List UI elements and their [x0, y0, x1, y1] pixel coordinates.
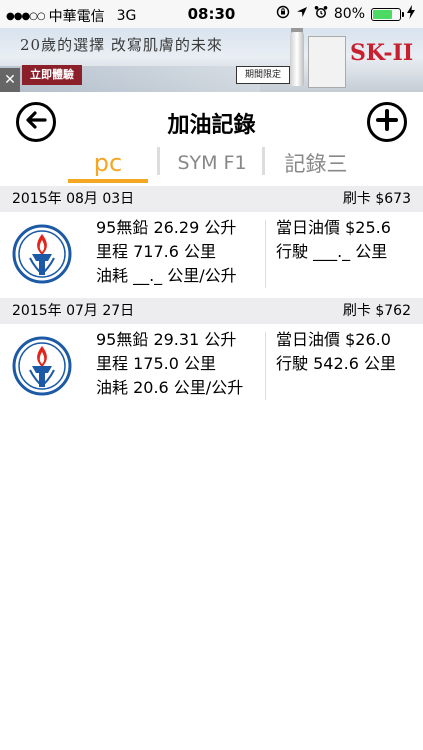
- battery-fill: [373, 9, 393, 19]
- cpc-logo-icon: [12, 224, 72, 284]
- ad-limited-badge: 期間限定: [236, 66, 290, 84]
- record-date: 2015年 08月 03日: [12, 191, 135, 207]
- tab-sym-f1[interactable]: SYM F1: [162, 143, 262, 183]
- tab-pc[interactable]: pc: [68, 143, 148, 183]
- ad-banner[interactable]: 20歲的選擇 改寫肌膚的未來 立即體驗 ✕ 期間限定 SK-II: [0, 28, 423, 92]
- distance-driven: 行駛 ___._ 公里: [276, 242, 388, 261]
- product-bottle: [290, 32, 304, 86]
- active-tab-indicator: [68, 179, 148, 183]
- record-header: 2015年 07月 27日 刷卡 $762: [0, 298, 423, 324]
- nav-bar: 加油記錄: [0, 92, 423, 150]
- record-details: 95無鉛 26.29 公升 里程 717.6 公里 油耗 __._ 公里/公升: [96, 216, 237, 288]
- record-date: 2015年 07月 27日: [12, 303, 135, 319]
- fuel-price: 當日油價 $25.6: [276, 218, 391, 237]
- fuel-amount: 95無鉛 29.31 公升: [96, 330, 237, 349]
- tab-record-three[interactable]: 記錄三: [266, 143, 366, 183]
- tab-label: pc: [93, 149, 123, 177]
- distance-driven: 行駛 542.6 公里: [276, 354, 396, 373]
- tab-label: 記錄三: [284, 152, 348, 176]
- column-divider: [265, 220, 266, 288]
- ad-close-icon[interactable]: ✕: [0, 68, 20, 92]
- odometer: 里程 717.6 公里: [96, 242, 216, 261]
- odometer: 里程 175.0 公里: [96, 354, 216, 373]
- record-extra: 當日油價 $25.6 行駛 ___._ 公里: [276, 216, 391, 264]
- ad-cta-button[interactable]: 立即體驗: [22, 65, 82, 85]
- charging-bolt-icon: [407, 5, 415, 23]
- fuel-amount: 95無鉛 26.29 公升: [96, 218, 237, 237]
- plus-icon: [376, 109, 398, 135]
- add-record-button[interactable]: [367, 102, 407, 142]
- location-arrow-icon: [296, 6, 308, 22]
- record-details: 95無鉛 29.31 公升 里程 175.0 公里 油耗 20.6 公里/公升: [96, 328, 243, 400]
- column-divider: [265, 332, 266, 400]
- record-header: 2015年 08月 03日 刷卡 $673: [0, 186, 423, 212]
- fuel-efficiency: 油耗 __._ 公里/公升: [96, 266, 237, 285]
- page-title: 加油記錄: [167, 113, 256, 138]
- fuel-price: 當日油價 $26.0: [276, 330, 391, 349]
- battery-percent: 80%: [333, 6, 365, 22]
- product-box: [308, 36, 346, 88]
- tab-label: SYM F1: [177, 152, 247, 174]
- tab-divider: [157, 147, 160, 175]
- record-payment: 刷卡 $673: [342, 191, 411, 207]
- vehicle-tabs: pc SYM F1 記錄三: [0, 143, 423, 183]
- refuel-record[interactable]: 2015年 07月 27日 刷卡 $762 95無鉛 29.31 公升 里程 1…: [0, 298, 423, 410]
- alarm-icon: [314, 5, 328, 23]
- rotation-lock-icon: [276, 5, 290, 23]
- battery-icon: [371, 7, 404, 21]
- cpc-logo-icon: [12, 336, 72, 396]
- fuel-efficiency: 油耗 20.6 公里/公升: [96, 378, 244, 397]
- record-extra: 當日油價 $26.0 行駛 542.6 公里: [276, 328, 396, 376]
- tab-divider: [262, 147, 265, 175]
- status-right: 80%: [276, 5, 415, 23]
- record-payment: 刷卡 $762: [342, 303, 411, 319]
- ad-brand-logo: SK-II: [350, 40, 414, 66]
- status-bar: ●●●○○ 中華電信 3G 08:30 80%: [0, 0, 423, 28]
- ad-headline: 20歲的選擇 改寫肌膚的未來: [20, 36, 223, 54]
- refuel-record[interactable]: 2015年 08月 03日 刷卡 $673 95無鉛 26.29 公升 里程 7…: [0, 186, 423, 298]
